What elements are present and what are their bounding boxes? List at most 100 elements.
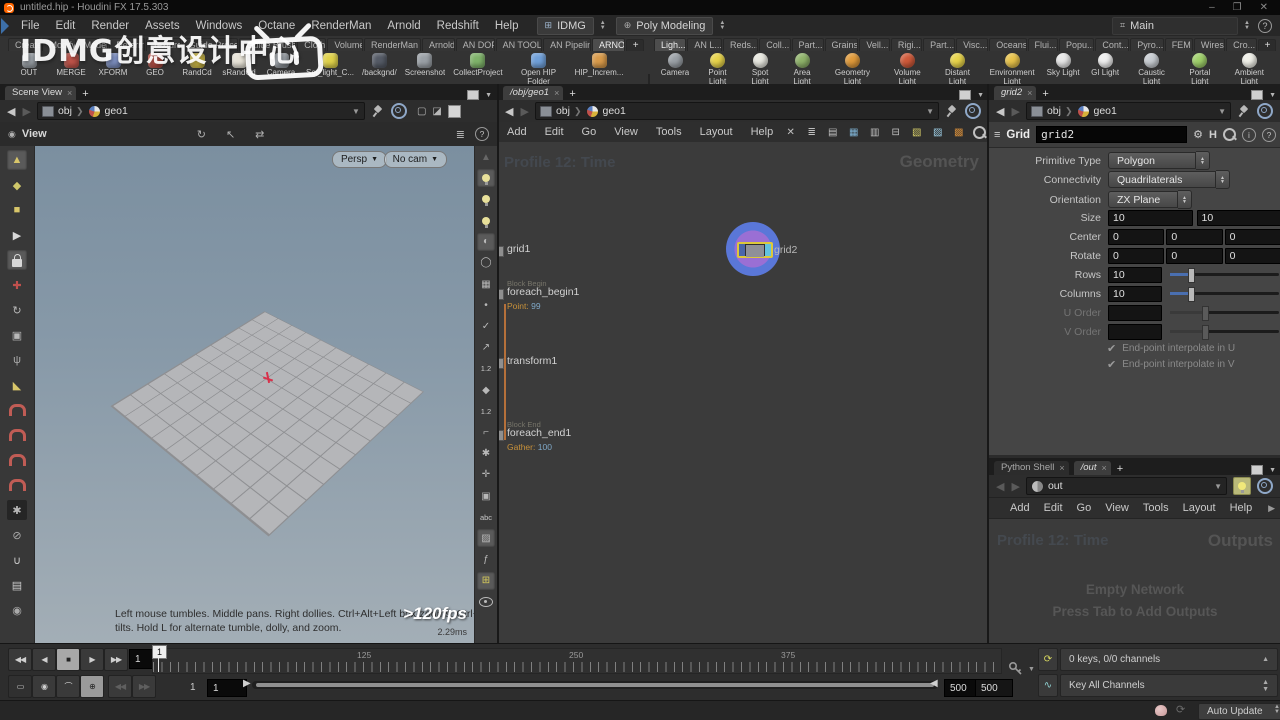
viewport-tool-icon[interactable] (7, 425, 27, 445)
select-spinner[interactable]: ▲ ▼ (1196, 151, 1210, 170)
shelf-tool[interactable]: Volume Light (882, 53, 933, 86)
display-toggle-icon[interactable]: abc (477, 508, 495, 526)
display-toggle-icon[interactable]: • (477, 296, 495, 314)
viewport-tool-icon[interactable]: ◉ (7, 600, 27, 620)
display-toggle-icon[interactable]: ◐ (477, 232, 495, 251)
range-slider-track[interactable] (252, 681, 938, 689)
close-tab-icon[interactable]: × (1059, 463, 1064, 473)
poly-spinner[interactable]: ▲ ▼ (719, 20, 725, 31)
menu-item[interactable]: Arnold (379, 20, 428, 32)
frame-view-icon[interactable]: ⇄ (255, 128, 264, 141)
forward-button[interactable]: ▶ (22, 105, 30, 118)
center-y-field[interactable]: 0 (1166, 228, 1223, 245)
menu-item[interactable]: Layout (691, 126, 742, 138)
node-body[interactable] (746, 245, 764, 257)
shelf-tab[interactable]: Flui... (1027, 38, 1058, 51)
forward-button[interactable]: ▶ (1011, 480, 1019, 493)
shelf-tab[interactable]: Arnold (421, 38, 455, 51)
minimize-button[interactable]: – (1209, 2, 1215, 13)
network-toolbar-icon[interactable]: ▨ (929, 124, 946, 140)
display-toggle-icon[interactable]: ✱ (477, 445, 495, 463)
viewport-tool-icon[interactable]: ◆ (7, 175, 27, 195)
display-toggle-icon[interactable]: ▲ (477, 148, 495, 166)
center-x-field[interactable]: 0 (1108, 228, 1165, 245)
close-tab-icon[interactable]: × (67, 88, 72, 98)
size-x-field[interactable]: 10 (1108, 209, 1193, 226)
performance-button[interactable]: ⌒ (56, 675, 80, 698)
display-options-icon[interactable]: ≣ (456, 128, 465, 141)
params-breadcrumb[interactable]: obj ❯ geo1 ▼ (1025, 102, 1231, 120)
play-button[interactable]: ▶ (80, 648, 104, 671)
pane-maximize-icon[interactable] (1251, 465, 1264, 475)
node-label-grid2[interactable]: grid2 (774, 244, 797, 256)
pane-maximize-icon[interactable] (467, 90, 480, 100)
viewport-help-icon[interactable]: ? (475, 127, 489, 141)
pane-maximize-icon[interactable] (1251, 90, 1264, 100)
network-breadcrumb[interactable]: obj ❯ geo1 ▼ (534, 102, 939, 120)
shelf-tool[interactable]: GI Light (1084, 53, 1126, 78)
radial-menu-icon[interactable] (390, 103, 407, 119)
menu-item[interactable]: Go (573, 126, 606, 138)
shelf-tool[interactable]: Ambient Light (1223, 53, 1276, 86)
display-toggle-icon[interactable]: ◯ (477, 254, 495, 272)
select-camera-icon[interactable]: ↖ (226, 128, 235, 141)
display-toggle-icon[interactable]: ◆ (477, 381, 495, 399)
display-toggle-icon[interactable] (477, 593, 495, 611)
network-toolbar-icon[interactable]: ▦ (845, 124, 862, 140)
rotate-y-field[interactable]: 0 (1166, 247, 1223, 264)
shelf-tab[interactable]: Visc... (956, 38, 989, 51)
pane-divider[interactable] (987, 84, 989, 643)
shelf-tab[interactable]: Vell... (859, 38, 890, 51)
network-tab[interactable]: /obj/geo1 × (503, 86, 564, 100)
rows-slider[interactable] (1170, 268, 1279, 283)
viewport-tool-icon[interactable]: ↻ (7, 300, 27, 320)
stop-button[interactable]: ■ (56, 648, 80, 671)
rows-field[interactable]: 10 (1108, 266, 1162, 283)
main-desktop-dropdown[interactable]: ⌗ Main (1112, 16, 1239, 35)
pane-menu-chevron[interactable]: ▼ (485, 92, 492, 99)
shelf-tab[interactable]: Part... (923, 38, 956, 51)
viewport-tool-icon[interactable] (7, 475, 27, 495)
houdini-help-icon[interactable]: H (1209, 129, 1217, 141)
node-name-field[interactable]: grid2 (1036, 126, 1188, 143)
shelf-tool[interactable]: Portal Light (1177, 53, 1223, 86)
size-y-field[interactable]: 10 (1196, 209, 1280, 226)
shelf-tab[interactable]: Oceans (989, 38, 1027, 51)
breadcrumb-dropdown-icon[interactable]: ▼ (1214, 482, 1222, 491)
network-toolbar-icon[interactable] (971, 124, 988, 140)
persp-view-button[interactable]: Persp ▼ (331, 151, 387, 168)
new-tab-button[interactable]: + (1042, 88, 1048, 100)
range-start-field[interactable]: 1 (207, 679, 247, 697)
range-slider-start-handle[interactable]: ▶ (243, 678, 251, 689)
display-toggle-icon[interactable]: ƒ (477, 551, 495, 569)
breadcrumb-node[interactable]: geo1 (105, 105, 128, 117)
key-dropdown-icon[interactable]: ▼ (1028, 666, 1035, 673)
network-toolbar-icon[interactable]: ≣ (803, 124, 820, 140)
pane-menu-chevron[interactable]: ▼ (1269, 92, 1276, 99)
keys-info-dropdown[interactable]: 0 keys, 0/0 channels ▲ (1060, 648, 1278, 671)
view-cube-icon[interactable]: ▢ (417, 106, 426, 117)
network-toolbar-icon[interactable]: ▧ (908, 124, 925, 140)
timeline-ruler[interactable]: 125 250 375 (152, 648, 1002, 674)
display-toggle-icon[interactable]: ▨ (477, 529, 495, 548)
breadcrumb-dropdown-icon[interactable]: ▼ (926, 107, 934, 116)
menu-item[interactable]: Help (487, 20, 527, 32)
radial-menu-icon[interactable] (1257, 103, 1273, 119)
audio-button[interactable]: ◉ (32, 675, 56, 698)
shelf-tool[interactable]: Area Light (781, 53, 823, 86)
viewport-tool-icon[interactable]: ▣ (7, 325, 27, 345)
pane-menu-chevron[interactable]: ▼ (977, 92, 984, 99)
rotate-z-field[interactable]: 0 (1224, 247, 1280, 264)
display-toggle-icon[interactable]: ⌐ (477, 423, 495, 441)
network-toolbar-icon[interactable]: ▩ (950, 124, 967, 140)
display-toggle-icon[interactable]: 1.2 (477, 360, 495, 378)
menu-item[interactable]: View (605, 126, 647, 138)
shelf-tab[interactable]: FEM (1164, 38, 1193, 51)
pin-icon[interactable] (371, 105, 383, 117)
viewport-tool-icon[interactable] (7, 400, 27, 420)
shelf-tab[interactable]: Cont... (1095, 38, 1130, 51)
shelf-tab[interactable]: AN TOOLS (495, 38, 543, 51)
viewport-tool-icon[interactable]: ▤ (7, 575, 27, 595)
help-icon[interactable]: ? (1262, 127, 1276, 142)
node-grid2[interactable] (737, 242, 773, 258)
